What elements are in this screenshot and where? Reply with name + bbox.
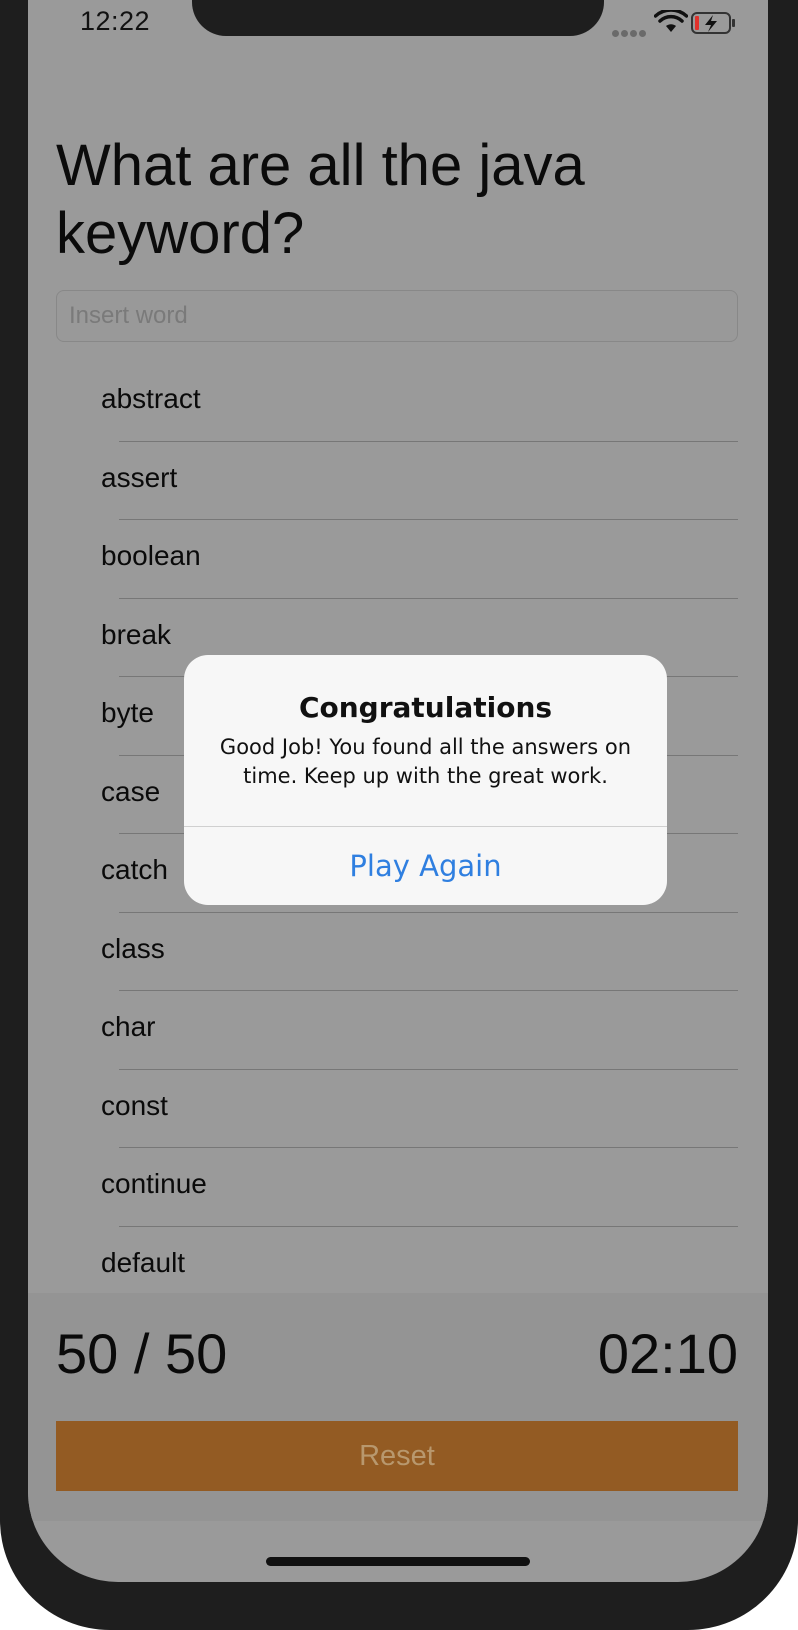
list-item[interactable]: continue [56, 1148, 768, 1227]
insert-word-input[interactable] [56, 290, 738, 342]
notch [192, 0, 604, 36]
question-heading: What are all the java keyword? [56, 133, 585, 266]
keyword-label: const [101, 1089, 168, 1121]
alert-title: Congratulations [298, 691, 553, 724]
play-again-button[interactable]: Play Again [184, 827, 667, 905]
congratulations-alert: Congratulations Good Job! You found all … [184, 655, 667, 905]
score-counter: 50 / 50 [56, 1322, 228, 1385]
keyword-label: catch [101, 854, 168, 885]
keyword-label: continue [101, 1168, 207, 1199]
list-item[interactable]: class [56, 913, 768, 991]
reset-button[interactable]: Reset [56, 1421, 738, 1491]
list-item[interactable]: char [56, 991, 768, 1070]
countdown-timer: 02:10 [597, 1322, 738, 1385]
keyword-label: case [101, 775, 161, 807]
phone-frame: 12:22 What are all the java keyword? abs… [0, 0, 798, 1630]
status-time: 12:22 [80, 6, 151, 36]
list-item[interactable]: default [56, 1227, 768, 1294]
keyword-label: boolean [101, 540, 201, 571]
keyword-label: assert [101, 461, 178, 493]
keyword-label: default [101, 1246, 186, 1278]
keyword-label: break [101, 618, 172, 650]
cellular-signal-icon [612, 24, 652, 37]
alert-message: Good Job! You found all the answers on t… [219, 735, 632, 788]
wifi-icon [654, 10, 688, 32]
list-item[interactable]: abstract [56, 363, 768, 442]
home-indicator[interactable] [266, 1557, 530, 1566]
battery-charging-icon [691, 12, 735, 34]
keyword-label: byte [101, 697, 154, 728]
list-item[interactable]: const [56, 1070, 768, 1148]
keyword-label: char [101, 1011, 156, 1042]
keyword-label: class [101, 932, 165, 964]
list-item[interactable]: boolean [56, 520, 768, 599]
list-item[interactable]: assert [56, 442, 768, 520]
bottom-panel: 50 / 50 02:10 Reset [28, 1293, 768, 1521]
keyword-label: abstract [101, 383, 201, 414]
screen: 12:22 What are all the java keyword? abs… [28, 0, 768, 1582]
